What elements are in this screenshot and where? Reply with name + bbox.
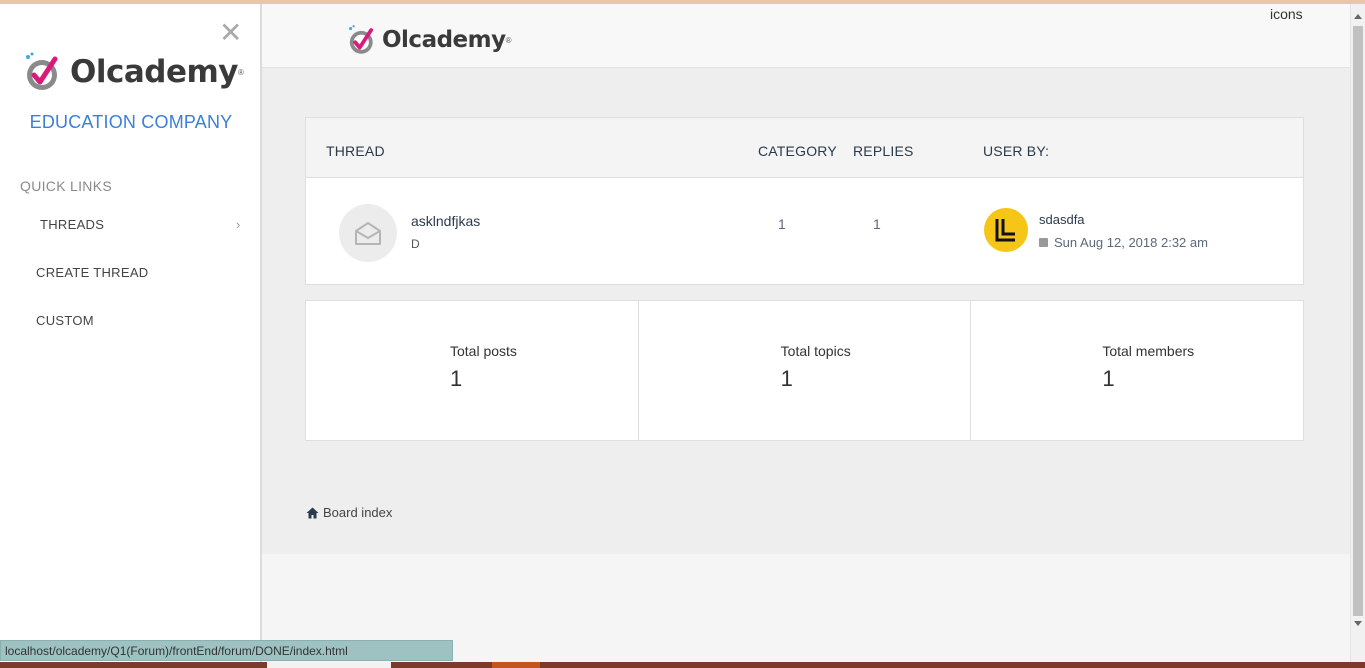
status-bar-url: localhost/olcademy/Q1(Forum)/frontEnd/fo… (0, 640, 453, 661)
quick-links-heading: QUICK LINKS (20, 178, 112, 194)
stat-value: 1 (1102, 366, 1115, 391)
main-header: Olcademy ® icons (262, 4, 1350, 68)
close-sidebar-button[interactable]: ✕ (219, 19, 242, 47)
taskbar-item-active[interactable] (492, 662, 540, 668)
stat-label: Total posts (450, 343, 517, 359)
header-logo-text: Olcademy (382, 27, 506, 53)
stat-label: Total members (1102, 343, 1195, 359)
post-time-text: Sun Aug 12, 2018 2:32 am (1054, 235, 1208, 250)
post-timestamp: Sun Aug 12, 2018 2:32 am (1039, 235, 1208, 250)
stat-total-topics: Total topics 1 (638, 300, 972, 441)
forum-stats: Total posts 1 Total topics 1 Total membe… (305, 300, 1305, 441)
stat-total-posts: Total posts 1 (305, 300, 639, 441)
avatar[interactable] (984, 208, 1028, 252)
board-index-link[interactable]: Board index (306, 505, 392, 520)
stat-value: 1 (450, 366, 463, 391)
sidebar-logo[interactable]: Olcademy ® (22, 50, 244, 94)
column-header-user-by: USER BY: (983, 143, 1050, 159)
company-name: EDUCATION COMPANY (29, 112, 233, 132)
category-count: 1 (778, 216, 786, 232)
sidebar: ✕ Olcademy ® EDUCATION COMPANY QUICK LINK… (0, 4, 262, 662)
taskbar-item[interactable] (267, 662, 391, 668)
scroll-up-arrow-icon[interactable] (1354, 14, 1362, 19)
board-index-label: Board index (323, 505, 393, 520)
post-icon (1039, 238, 1048, 247)
icons-placeholder-text: icons (1270, 6, 1303, 22)
sidebar-item-create-thread[interactable]: CREATE THREAD (36, 265, 149, 280)
replies-count: 1 (873, 216, 881, 232)
scroll-down-arrow-icon[interactable] (1354, 621, 1362, 626)
olcademy-logo-icon (349, 25, 374, 54)
header-logo[interactable]: Olcademy ® (346, 24, 512, 56)
sidebar-item-threads[interactable]: THREADS (40, 217, 104, 232)
table-row[interactable]: asklndfjkas D 1 1 sdasdfa Sun Aug 12, 20… (305, 178, 1304, 285)
stat-total-members: Total members 1 (971, 300, 1305, 441)
thread-table-header: THREAD CATEGORY REPLIES USER BY: (305, 117, 1304, 178)
column-header-category: CATEGORY (758, 143, 837, 159)
home-icon (306, 507, 319, 518)
olcademy-logo-icon (26, 52, 58, 90)
column-header-thread: THREAD (326, 143, 385, 159)
user-avatar-icon (995, 219, 1015, 242)
registered-mark: ® (505, 35, 512, 45)
stat-label: Total topics (780, 343, 851, 359)
sidebar-logo-text: Olcademy (70, 54, 239, 90)
thread-title-link[interactable]: asklndfjkas (411, 213, 480, 229)
chevron-right-icon[interactable]: › (236, 217, 240, 232)
vertical-scrollbar[interactable] (1350, 4, 1365, 662)
envelope-open-icon (339, 204, 397, 262)
registered-mark: ® (238, 67, 244, 77)
user-name-link[interactable]: sdasdfa (1039, 212, 1085, 227)
sidebar-item-custom[interactable]: CUSTOM (36, 313, 94, 328)
stat-value: 1 (780, 366, 793, 391)
taskbar (0, 662, 1365, 668)
thread-description: D (411, 237, 420, 251)
scrollbar-thumb[interactable] (1353, 26, 1363, 616)
column-header-replies: REPLIES (853, 143, 914, 159)
